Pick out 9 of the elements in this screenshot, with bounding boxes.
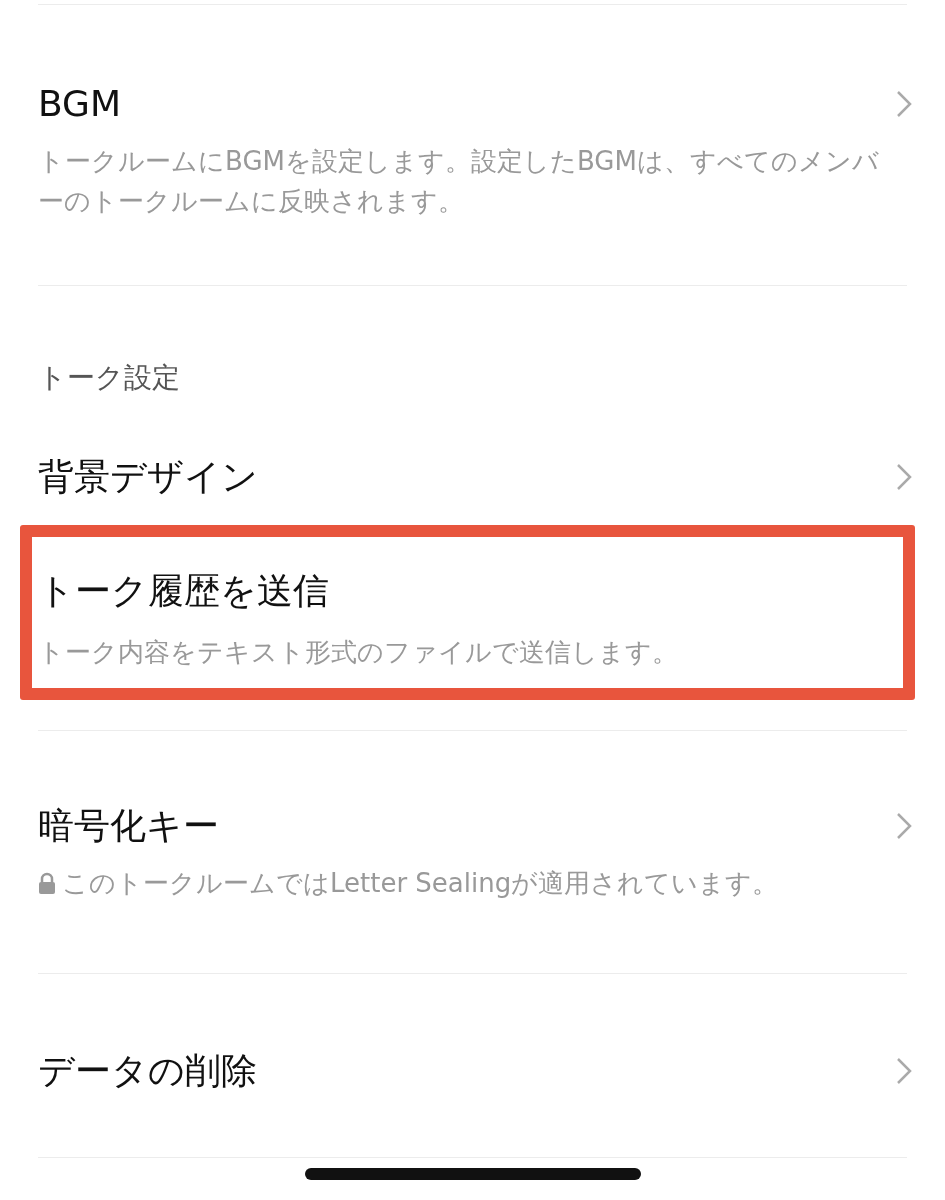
description-text: このトークルームではLetter Sealingが適用されています。 xyxy=(62,867,779,900)
row-title: 背景デザイン xyxy=(38,455,258,499)
section-header: トーク設定 xyxy=(38,360,181,396)
row-title: 暗号化キー xyxy=(38,804,220,848)
row-title: データの削除 xyxy=(38,1049,257,1093)
description-text: トークルームにBGMを設定します。設定したBGMは、すべてのメンバーのトークルームに反映されます。 xyxy=(38,145,880,218)
row-title: BGM xyxy=(38,82,123,126)
description-text: トーク内容をテキスト形式のファイルで送信します。 xyxy=(38,636,678,669)
row-title: トーク履歴を送信 xyxy=(38,569,330,613)
